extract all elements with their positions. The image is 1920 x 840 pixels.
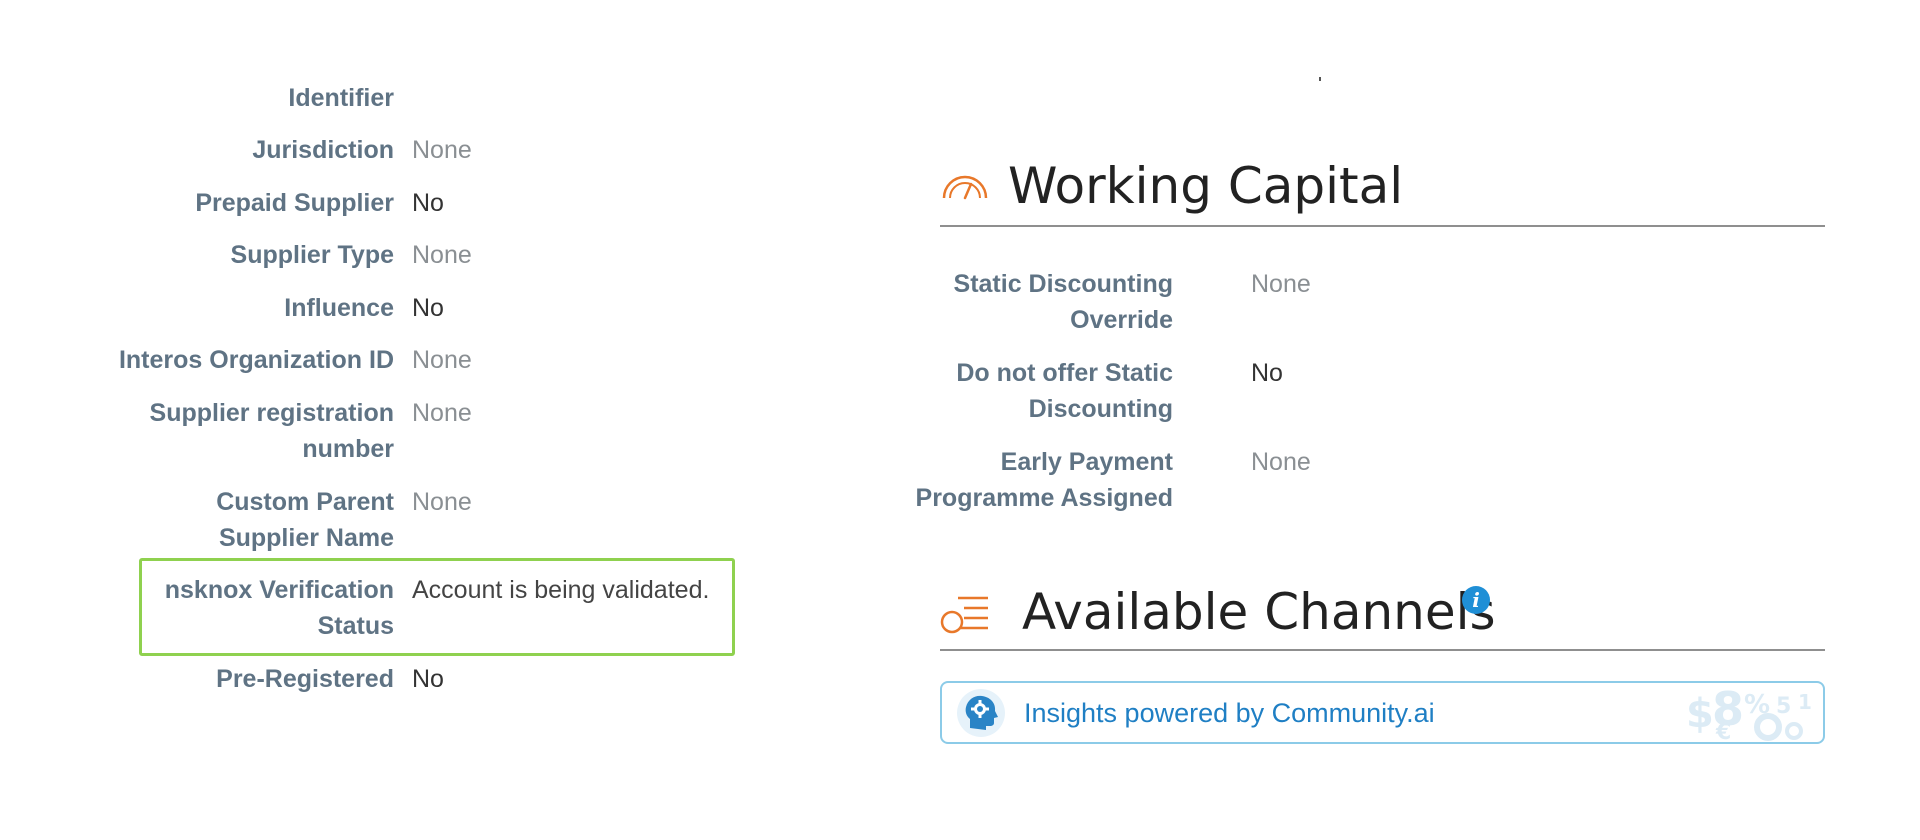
supplier-details-panel: Identifier Jurisdiction None Prepaid Sup… xyxy=(0,0,800,840)
ai-head-gear-icon xyxy=(957,689,1005,737)
svg-text:€: € xyxy=(1715,720,1731,743)
channels-list-icon xyxy=(940,596,988,634)
field-label: Supplier Type xyxy=(230,241,394,269)
field-value: None xyxy=(1251,270,1311,298)
field-label: Custom Parent Supplier Name xyxy=(216,488,394,552)
svg-text:$: $ xyxy=(1686,691,1714,737)
field-label: Influence xyxy=(284,294,394,322)
gauge-icon xyxy=(942,175,988,200)
svg-text:5: 5 xyxy=(1776,694,1791,719)
field-value: No xyxy=(412,189,444,217)
field-value: None xyxy=(412,488,472,516)
field-label: Do not offer Static Discounting xyxy=(956,359,1173,423)
field-label: Prepaid Supplier xyxy=(195,189,394,217)
field-label: Jurisdiction xyxy=(252,136,394,164)
field-value: None xyxy=(412,241,472,269)
field-value: Account is being validated. xyxy=(412,576,710,604)
section-divider xyxy=(940,649,1825,651)
field-label: Pre-Registered xyxy=(216,665,394,693)
field-value: None xyxy=(412,399,472,427)
section-divider xyxy=(940,225,1825,227)
field-label: Early Payment Programme Assigned xyxy=(915,448,1173,512)
insights-link[interactable]: Insights powered by Community.ai xyxy=(1024,696,1435,730)
field-value: None xyxy=(1251,448,1311,476)
field-label: Static Discounting Override xyxy=(953,270,1173,334)
right-panel: Working Capital Static Discounting Overr… xyxy=(916,0,1825,840)
field-value: No xyxy=(412,665,444,693)
info-icon[interactable]: i xyxy=(1462,586,1490,614)
insights-banner[interactable]: Insights powered by Community.ai $ 8 % 5… xyxy=(940,681,1825,744)
field-value: None xyxy=(412,346,472,374)
field-value: No xyxy=(1251,359,1283,387)
field-value: No xyxy=(412,294,444,322)
field-label: nsknox Verification Status xyxy=(164,576,394,640)
field-value: None xyxy=(412,136,472,164)
svg-text:1: 1 xyxy=(1798,690,1812,714)
available-channels-title: Available Channels xyxy=(1022,583,1496,641)
field-label: Interos Organization ID xyxy=(118,346,394,374)
field-label: Identifier xyxy=(288,84,394,112)
field-label: Supplier registration number xyxy=(149,399,394,463)
currency-symbols-watermark: $ 8 % 5 1 € xyxy=(1686,683,1812,743)
working-capital-title: Working Capital xyxy=(1008,157,1404,215)
